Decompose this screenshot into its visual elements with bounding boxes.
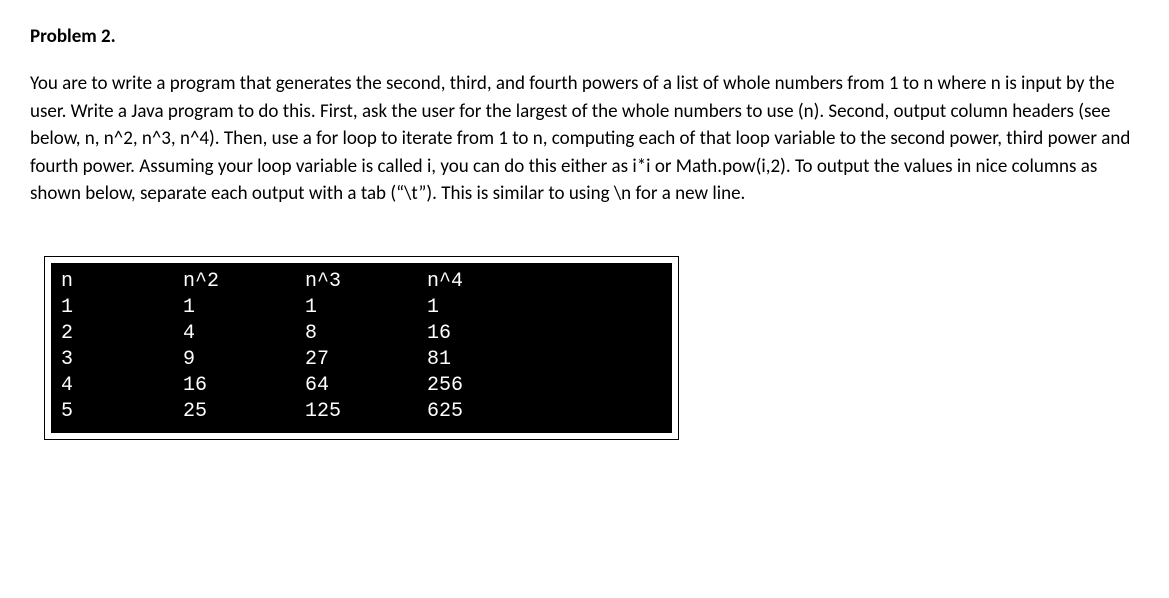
table-cell: 1 — [183, 295, 305, 321]
table-row: nn^2n^3n^4 — [61, 269, 662, 295]
table-cell: 1 — [305, 295, 427, 321]
table-cell: 256 — [427, 373, 549, 399]
table-row: 392781 — [61, 347, 662, 373]
table-cell: 16 — [183, 373, 305, 399]
table-cell: n^2 — [183, 269, 305, 295]
table-cell: 125 — [305, 399, 427, 425]
table-row: 1111 — [61, 295, 662, 321]
table-cell: 9 — [183, 347, 305, 373]
table-cell: 64 — [305, 373, 427, 399]
table-cell: 8 — [305, 321, 427, 347]
table-row: 41664256 — [61, 373, 662, 399]
table-cell: n — [61, 269, 183, 295]
terminal-output: nn^2n^3n^4111124816392781416642565251256… — [51, 263, 672, 433]
table-cell: 16 — [427, 321, 549, 347]
table-cell: n^3 — [305, 269, 427, 295]
problem-title: Problem 2. — [30, 25, 1139, 48]
table-cell: n^4 — [427, 269, 549, 295]
problem-body: You are to write a program that generate… — [30, 70, 1139, 208]
table-cell: 1 — [61, 295, 183, 321]
table-cell: 81 — [427, 347, 549, 373]
table-cell: 27 — [305, 347, 427, 373]
terminal-output-wrapper: nn^2n^3n^4111124816392781416642565251256… — [44, 256, 679, 440]
table-cell: 625 — [427, 399, 549, 425]
table-cell: 3 — [61, 347, 183, 373]
table-cell: 5 — [61, 399, 183, 425]
table-cell: 25 — [183, 399, 305, 425]
table-cell: 4 — [61, 373, 183, 399]
table-row: 24816 — [61, 321, 662, 347]
table-row: 525125625 — [61, 399, 662, 425]
table-cell: 1 — [427, 295, 549, 321]
table-cell: 4 — [183, 321, 305, 347]
table-cell: 2 — [61, 321, 183, 347]
